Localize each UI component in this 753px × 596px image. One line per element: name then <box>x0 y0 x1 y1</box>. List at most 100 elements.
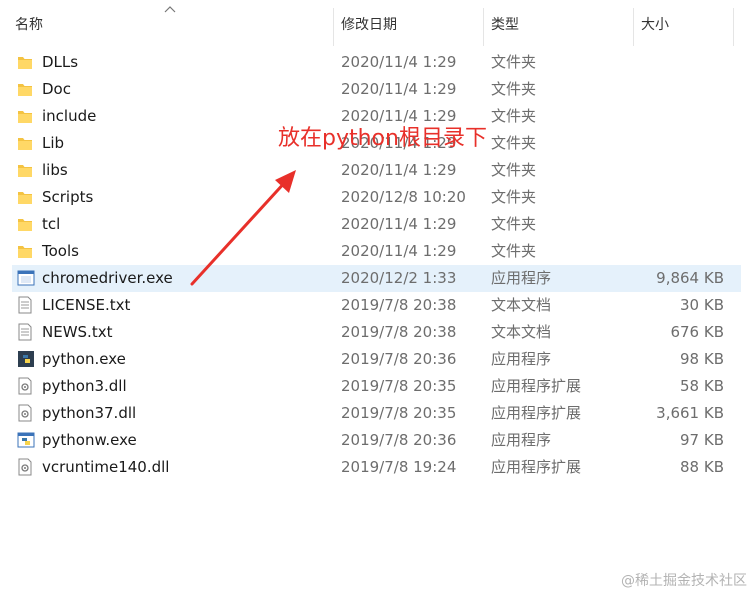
folder-icon <box>17 130 35 157</box>
sort-ascending-icon <box>164 6 176 13</box>
file-row[interactable]: Scripts 2020/12/8 10:20 文件夹 <box>0 184 753 211</box>
text-document-icon <box>17 319 35 346</box>
file-type: 文本文档 <box>491 323 552 341</box>
file-date: 2019/7/8 20:36 <box>341 431 457 449</box>
file-name: pythonw.exe <box>42 431 137 449</box>
file-size: 98 KB <box>680 350 724 368</box>
file-name: vcruntime140.dll <box>42 458 170 476</box>
file-name: Lib <box>42 134 65 152</box>
file-name: Doc <box>42 80 71 98</box>
file-row[interactable]: python3.dll 2019/7/8 20:35 应用程序扩展 58 KB <box>0 373 753 400</box>
file-type: 应用程序 <box>491 431 552 449</box>
file-size: 3,661 KB <box>656 404 724 422</box>
column-header-type-label: 类型 <box>491 17 519 33</box>
file-date: 2020/11/4 1:29 <box>341 80 457 98</box>
file-type: 文件夹 <box>491 80 537 98</box>
file-date: 2019/7/8 20:35 <box>341 404 457 422</box>
file-date: 2019/7/8 20:38 <box>341 323 457 341</box>
column-header-size-label: 大小 <box>641 17 669 33</box>
file-name: LICENSE.txt <box>42 296 131 314</box>
file-type: 文件夹 <box>491 107 537 125</box>
column-divider[interactable] <box>733 8 734 46</box>
file-type: 文件夹 <box>491 134 537 152</box>
folder-icon <box>17 103 35 130</box>
file-date: 2019/7/8 20:36 <box>341 350 457 368</box>
folder-icon <box>17 76 35 103</box>
watermark: @稀土掘金技术社区 <box>621 573 747 589</box>
file-name: python.exe <box>42 350 126 368</box>
column-header-bar: 名称 修改日期 类型 大小 <box>0 0 753 50</box>
file-date: 2019/7/8 20:38 <box>341 296 457 314</box>
file-row[interactable]: DLLs 2020/11/4 1:29 文件夹 <box>0 49 753 76</box>
text-document-icon <box>17 292 35 319</box>
file-name: tcl <box>42 215 61 233</box>
folder-icon <box>17 157 35 184</box>
file-date: 2020/11/4 1:29 <box>341 161 457 179</box>
file-date: 2020/11/4 1:29 <box>341 53 457 71</box>
file-name: python37.dll <box>42 404 137 422</box>
folder-icon <box>17 184 35 211</box>
python-exe-icon <box>17 346 35 373</box>
column-divider[interactable] <box>333 8 334 46</box>
folder-icon <box>17 211 35 238</box>
file-row[interactable]: pythonw.exe 2019/7/8 20:36 应用程序 97 KB <box>0 427 753 454</box>
file-size: 676 KB <box>670 323 724 341</box>
file-row[interactable]: tcl 2020/11/4 1:29 文件夹 <box>0 211 753 238</box>
file-type: 应用程序扩展 <box>491 377 582 395</box>
dll-icon <box>17 454 35 481</box>
dll-icon <box>17 400 35 427</box>
file-row[interactable]: chromedriver.exe 2020/12/2 1:33 应用程序 9,864 … <box>0 265 753 292</box>
file-type: 应用程序 <box>491 350 552 368</box>
dll-icon <box>17 373 35 400</box>
column-divider[interactable] <box>483 8 484 46</box>
file-name: python3.dll <box>42 377 127 395</box>
file-list: DLLs 2020/11/4 1:29 文件夹 Doc 2020/11/4 1:29 文件… <box>0 49 753 481</box>
column-header-date-label: 修改日期 <box>341 17 397 33</box>
file-type: 文件夹 <box>491 215 537 233</box>
column-header-type[interactable]: 类型 <box>491 0 519 50</box>
file-row[interactable]: NEWS.txt 2019/7/8 20:38 文本文档 676 KB <box>0 319 753 346</box>
file-date: 2020/12/8 10:20 <box>341 188 466 206</box>
column-header-name[interactable]: 名称 <box>15 0 43 50</box>
file-date: 2019/7/8 20:35 <box>341 377 457 395</box>
pythonw-exe-icon <box>17 427 35 454</box>
file-row[interactable]: vcruntime140.dll 2019/7/8 19:24 应用程序扩展 88 K… <box>0 454 753 481</box>
file-size: 9,864 KB <box>656 269 724 287</box>
column-header-name-label: 名称 <box>15 17 43 33</box>
column-divider[interactable] <box>633 8 634 46</box>
file-name: libs <box>42 161 68 179</box>
file-row[interactable]: python37.dll 2019/7/8 20:35 应用程序扩展 3,661 KB <box>0 400 753 427</box>
file-row[interactable]: LICENSE.txt 2019/7/8 20:38 文本文档 30 KB <box>0 292 753 319</box>
file-row[interactable]: Doc 2020/11/4 1:29 文件夹 <box>0 76 753 103</box>
file-size: 88 KB <box>680 458 724 476</box>
file-name: Tools <box>42 242 79 260</box>
file-type: 文件夹 <box>491 242 537 260</box>
file-name: include <box>42 107 97 125</box>
file-type: 应用程序 <box>491 269 552 287</box>
column-header-date[interactable]: 修改日期 <box>341 0 397 50</box>
file-type: 文件夹 <box>491 161 537 179</box>
file-date: 2020/11/4 1:29 <box>341 215 457 233</box>
file-row[interactable]: Tools 2020/11/4 1:29 文件夹 <box>0 238 753 265</box>
file-row[interactable]: libs 2020/11/4 1:29 文件夹 <box>0 157 753 184</box>
file-type: 文件夹 <box>491 188 537 206</box>
file-date: 2020/12/2 1:33 <box>341 269 457 287</box>
file-type: 应用程序扩展 <box>491 404 582 422</box>
annotation-text: 放在python根目录下 <box>278 126 487 151</box>
column-header-size[interactable]: 大小 <box>641 0 669 50</box>
file-size: 58 KB <box>680 377 724 395</box>
file-type: 文件夹 <box>491 53 537 71</box>
file-type: 文本文档 <box>491 296 552 314</box>
file-name: Scripts <box>42 188 94 206</box>
folder-icon <box>17 49 35 76</box>
file-size: 97 KB <box>680 431 724 449</box>
file-name: chromedriver.exe <box>42 269 173 287</box>
file-row[interactable]: python.exe 2019/7/8 20:36 应用程序 98 KB <box>0 346 753 373</box>
folder-icon <box>17 238 35 265</box>
file-type: 应用程序扩展 <box>491 458 582 476</box>
application-icon <box>17 265 35 292</box>
file-date: 2020/11/4 1:29 <box>341 242 457 260</box>
file-date: 2019/7/8 19:24 <box>341 458 457 476</box>
file-name: DLLs <box>42 53 79 71</box>
file-size: 30 KB <box>680 296 724 314</box>
